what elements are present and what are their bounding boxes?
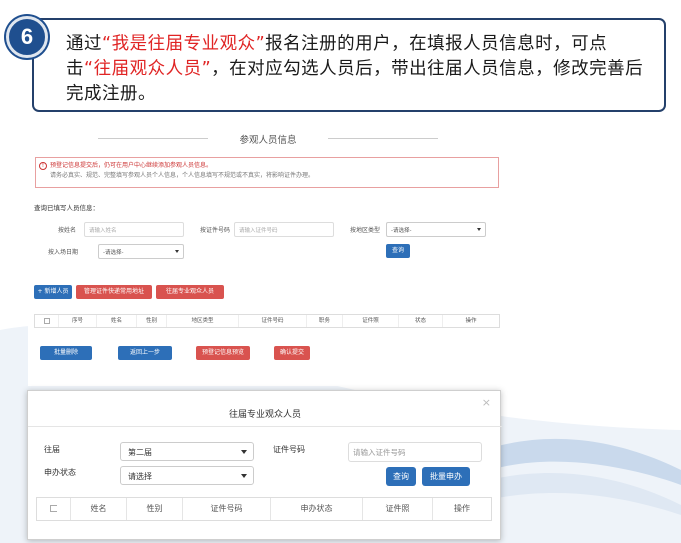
past-visitors-table-header: 姓名 性别 证件号码 申办状态 证件照 操作 — [36, 497, 492, 521]
col-header: 状态 — [399, 315, 443, 327]
section-title: 参观人员信息 — [28, 132, 508, 146]
select-all-checkbox[interactable] — [50, 505, 57, 512]
date-filter-value: -请选择- — [103, 250, 124, 256]
batch-apply-button[interactable]: 批量申办 — [422, 467, 470, 486]
col-header: 操作 — [454, 504, 470, 513]
select-all-cell[interactable] — [37, 498, 71, 520]
modal-query-button[interactable]: 查询 — [386, 467, 416, 486]
status-select[interactable]: 请选择 — [120, 466, 254, 485]
select-all-cell[interactable] — [35, 315, 59, 327]
session-label: 往届 — [44, 445, 60, 454]
region-filter-select[interactable]: -请选择- — [386, 222, 486, 237]
col-header: 证件照 — [343, 315, 399, 327]
step-number-badge: 6 — [6, 16, 48, 58]
select-all-checkbox[interactable] — [43, 318, 50, 324]
cert-number-label: 证件号码 — [273, 445, 305, 454]
step-highlight-past-personnel: “往届观众人员” — [84, 59, 212, 79]
manage-address-button[interactable]: 管理证件快递常用地址 — [76, 285, 152, 299]
col-header: 职务 — [307, 315, 343, 327]
step-highlight-past-visitor: “我是往届专业观众” — [102, 34, 266, 54]
past-visitors-modal: 往届专业观众人员 × 往届 第二届 证件号码 请输入证件号码 申办状态 请选择 … — [27, 390, 502, 540]
region-filter-value: -请选择- — [391, 228, 412, 234]
col-header: 证件照 — [363, 498, 433, 520]
preview-button[interactable]: 预登记信息预览 — [196, 346, 250, 360]
back-button[interactable]: 返回上一步 — [118, 346, 172, 360]
chevron-down-icon — [477, 228, 481, 231]
date-filter-select[interactable]: -请选择- — [98, 244, 184, 259]
col-header: 性别 — [127, 498, 183, 520]
name-filter-input[interactable]: 请输入姓名 — [84, 222, 184, 237]
col-header: 证件号码 — [183, 498, 271, 520]
cert-filter-label: 按证件号码 — [200, 227, 231, 234]
modal-divider — [28, 426, 502, 427]
cert-number-input[interactable]: 请输入证件号码 — [348, 442, 482, 462]
batch-delete-button[interactable]: 批量删除 — [40, 346, 92, 360]
warning-icon: ! — [39, 162, 47, 170]
query-label: 查询已填写人员信息： — [34, 204, 99, 212]
step-description: 通过“我是往届专业观众”报名注册的用户，在填报人员信息时，可点击“往届观众人员”… — [66, 32, 650, 107]
notice-line-2: 请务必真实、规范、完整填写参观人员个人信息，个人信息填写不规范或不真实，将影响证… — [50, 172, 315, 179]
session-value: 第二届 — [128, 448, 152, 457]
chevron-down-icon — [241, 474, 247, 478]
step-description-box: 通过“我是往届专业观众”报名注册的用户，在填报人员信息时，可点击“往届观众人员”… — [32, 18, 666, 112]
status-value: 请选择 — [128, 472, 152, 481]
cert-filter-input[interactable]: 请输入证件号码 — [234, 222, 334, 237]
col-header: 地区类型 — [167, 315, 239, 327]
chevron-down-icon — [175, 250, 179, 253]
col-header: 操作 — [465, 318, 477, 324]
col-header: 申办状态 — [271, 498, 363, 520]
add-person-button[interactable]: + 新增人员 — [34, 285, 72, 299]
status-label: 申办状态 — [44, 468, 76, 477]
col-header: 姓名 — [71, 498, 127, 520]
date-filter-label: 按入场日期 — [48, 249, 79, 256]
col-header: 姓名 — [97, 315, 137, 327]
step-text-part: 通过 — [66, 34, 102, 54]
visitor-table-header: 序号 姓名 性别 地区类型 证件号码 职务 证件照 状态 操作 — [34, 314, 500, 328]
close-icon[interactable]: × — [482, 396, 491, 409]
region-filter-label: 按地区类型 — [350, 227, 381, 234]
modal-title: 往届专业观众人员 — [228, 410, 301, 420]
name-filter-label: 按姓名 — [58, 227, 77, 234]
col-header: 序号 — [59, 315, 97, 327]
visitor-info-panel: 参观人员信息 ! 预登记信息提交后，仍可在用户中心继续添加参观人员信息。 请务必… — [28, 124, 508, 386]
notice-box: ! 预登记信息提交后，仍可在用户中心继续添加参观人员信息。 请务必真实、规范、完… — [35, 157, 499, 188]
col-header: 证件号码 — [239, 315, 307, 327]
past-visitors-button[interactable]: 往届专业观众人员 — [156, 285, 224, 299]
query-button[interactable]: 查询 — [386, 244, 410, 258]
confirm-submit-button[interactable]: 确认提交 — [274, 346, 310, 360]
chevron-down-icon — [241, 450, 247, 454]
session-select[interactable]: 第二届 — [120, 442, 254, 461]
notice-line-1: 预登记信息提交后，仍可在用户中心继续添加参观人员信息。 — [50, 162, 213, 169]
col-header: 性别 — [137, 315, 167, 327]
